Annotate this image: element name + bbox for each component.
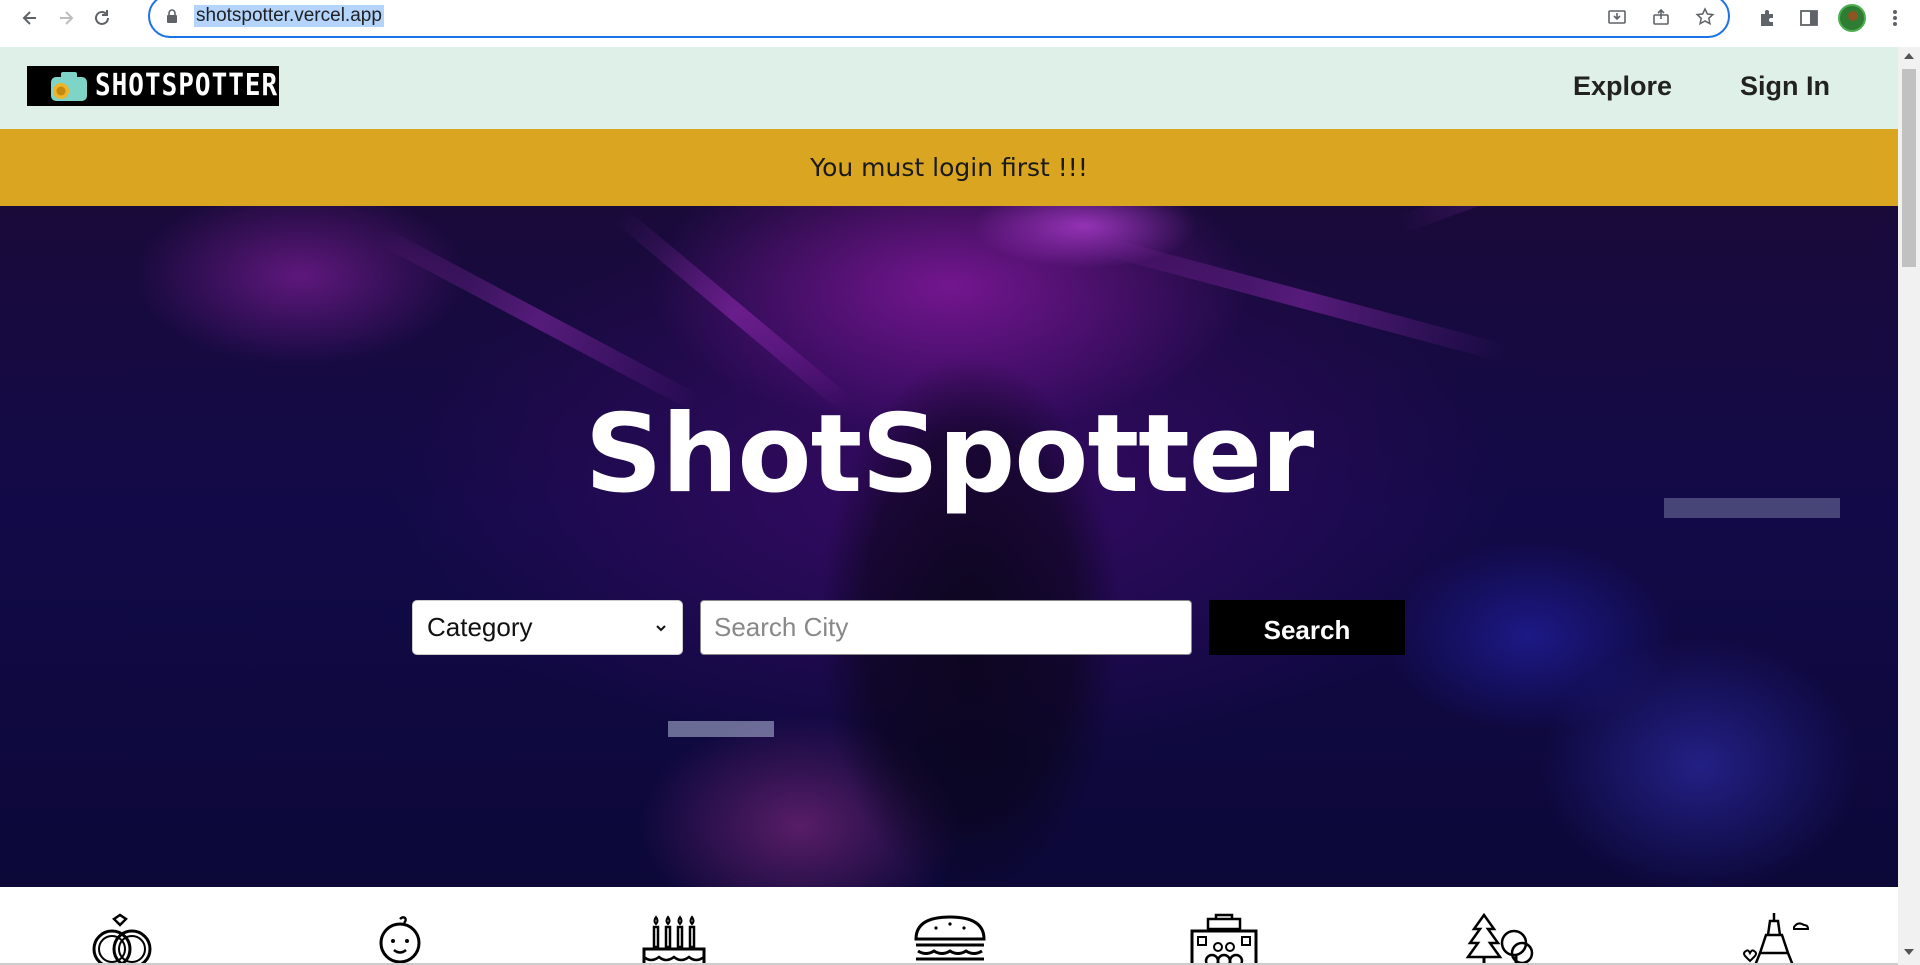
hero-section: ShotSpotter Category Search City Search <box>0 206 1898 887</box>
scrollbar-thumb[interactable] <box>1902 69 1916 267</box>
url-text: shotspotter.vercel.app <box>194 5 384 27</box>
category-select-value: Category <box>427 612 533 642</box>
reload-icon <box>95 10 109 25</box>
forward-button[interactable] <box>48 0 84 36</box>
stage-light-beam <box>1396 206 1779 234</box>
site-logo[interactable]: SHOTSPOTTER <box>27 66 279 106</box>
stage-light-bar <box>668 721 774 737</box>
page-scrollbar[interactable] <box>1898 47 1920 965</box>
back-button[interactable] <box>12 0 48 36</box>
forward-arrow-icon <box>60 11 74 25</box>
side-panel-icon[interactable] <box>1796 5 1822 31</box>
birthday-cake-icon[interactable] <box>636 913 712 965</box>
share-icon[interactable] <box>1648 4 1674 30</box>
camera-icon <box>51 72 87 101</box>
back-arrow-icon <box>22 11 36 25</box>
search-form: Category Search City Search <box>412 600 1405 655</box>
building-icon[interactable] <box>1186 913 1262 965</box>
bookmark-star-icon[interactable] <box>1692 4 1718 30</box>
eiffel-tower-icon[interactable] <box>1736 913 1812 965</box>
login-alert-banner: You must login first !!! <box>0 129 1898 206</box>
burger-icon[interactable] <box>912 913 988 965</box>
scroll-down-arrow-icon[interactable] <box>1904 949 1914 955</box>
category-strip <box>0 887 1898 965</box>
address-bar[interactable]: shotspotter.vercel.app <box>148 0 1730 38</box>
trees-icon[interactable] <box>1462 913 1538 965</box>
install-app-icon[interactable] <box>1604 4 1630 30</box>
site-navbar: SHOTSPOTTER Explore Sign In <box>0 47 1898 129</box>
menu-kebab-icon[interactable] <box>1882 5 1908 31</box>
search-city-input[interactable]: Search City <box>700 600 1192 655</box>
search-button[interactable]: Search <box>1209 600 1405 655</box>
search-city-placeholder: Search City <box>714 612 849 642</box>
page-content: SHOTSPOTTER Explore Sign In You must log… <box>0 47 1898 965</box>
nav-sign-in-link[interactable]: Sign In <box>1740 71 1830 102</box>
baby-icon[interactable] <box>362 913 438 965</box>
wedding-rings-icon[interactable] <box>86 913 162 965</box>
scroll-up-arrow-icon[interactable] <box>1904 53 1914 59</box>
chevron-down-icon <box>656 624 666 631</box>
category-select[interactable]: Category <box>412 600 683 655</box>
alert-message: You must login first !!! <box>810 153 1088 182</box>
extensions-puzzle-icon[interactable] <box>1754 5 1780 31</box>
browser-toolbar: shotspotter.vercel.app <box>0 0 1920 38</box>
hero-title: ShotSpotter <box>584 392 1315 517</box>
reload-button[interactable] <box>84 0 120 36</box>
logo-text: SHOTSPOTTER <box>95 68 279 104</box>
lock-icon <box>167 9 177 23</box>
nav-links: Explore Sign In <box>1573 71 1830 102</box>
nav-explore-link[interactable]: Explore <box>1573 71 1672 102</box>
profile-avatar[interactable] <box>1838 4 1866 32</box>
stage-light-beam <box>1097 236 1509 363</box>
